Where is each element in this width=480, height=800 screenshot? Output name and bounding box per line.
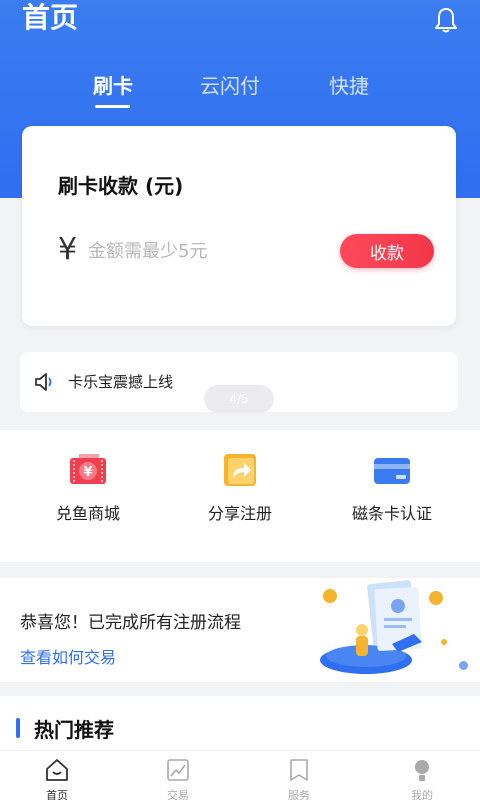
tabbar-label: 我的 — [411, 789, 433, 800]
shortcut-label: 分享注册 — [207, 504, 272, 523]
currency-symbol: ¥ — [58, 232, 78, 267]
shortcut-label: 兑鱼商城 — [55, 504, 120, 523]
section-title: 热门推荐 — [34, 718, 114, 742]
shortcut-label: 磁条卡认证 — [351, 504, 432, 523]
tab-swipe-card[interactable]: 刷卡 — [88, 72, 138, 100]
page-indicator-pill: 4/5 — [204, 385, 274, 413]
svg-text:¥: ¥ — [83, 465, 92, 480]
shortcut-grid: ¥ 兑鱼商城 分享注册 磁条卡认证 — [0, 430, 480, 562]
banner-link[interactable]: 查看如何交易 — [20, 644, 116, 668]
tabbar-item-home[interactable]: 首页 — [17, 757, 97, 800]
tabbar-item-trade[interactable]: 交易 — [138, 757, 218, 800]
collect-button[interactable]: 收款 — [340, 234, 434, 268]
user-icon — [415, 760, 429, 781]
section-accent-bar — [16, 718, 20, 738]
banner-title: 恭喜您！已完成所有注册流程 — [20, 613, 241, 633]
shortcut-magstripe-auth[interactable]: 磁条卡认证 — [322, 450, 462, 524]
notice-text: 卡乐宝震撼上线 — [68, 373, 174, 391]
tab-bar: 刷卡 云闪付 快捷 — [0, 72, 480, 112]
tab-quick[interactable]: 快捷 — [324, 72, 374, 100]
payment-card: 刷卡收款 (元) ¥ 收款 — [22, 126, 456, 326]
illustration — [320, 580, 447, 674]
bookmark-icon — [290, 759, 308, 781]
shortcut-fish-mall[interactable]: ¥ 兑鱼商城 — [18, 450, 158, 524]
tab-cloud-pay[interactable]: 云闪付 — [194, 72, 266, 100]
carousel-dot[interactable] — [459, 661, 468, 670]
card-icon — [374, 458, 410, 484]
tabbar-label: 服务 — [288, 789, 310, 800]
share-icon — [224, 454, 256, 486]
home-icon — [46, 759, 68, 781]
bottom-tab-bar: 首页 交易 服务 我的 — [0, 750, 480, 800]
bell-icon[interactable] — [433, 6, 459, 34]
trend-icon — [167, 759, 189, 781]
promo-banner[interactable]: 恭喜您！已完成所有注册流程 查看如何交易 — [0, 578, 480, 682]
shortcut-share-register[interactable]: 分享注册 — [170, 450, 310, 524]
ticket-icon: ¥ — [70, 454, 106, 484]
tabbar-label: 首页 — [46, 789, 68, 800]
tabbar-item-service[interactable]: 服务 — [259, 757, 339, 800]
speaker-icon — [35, 373, 52, 391]
amount-input[interactable] — [88, 236, 288, 266]
hot-section: 热门推荐 — [0, 696, 480, 756]
tab-active-indicator — [95, 105, 130, 108]
tabbar-label: 交易 — [167, 789, 189, 800]
page-title: 首页 — [22, 1, 79, 34]
tabbar-item-mine[interactable]: 我的 — [382, 757, 462, 800]
payment-card-title: 刷卡收款 (元) — [58, 174, 184, 198]
notice-bar[interactable]: 卡乐宝震撼上线 4/5 — [20, 352, 458, 413]
